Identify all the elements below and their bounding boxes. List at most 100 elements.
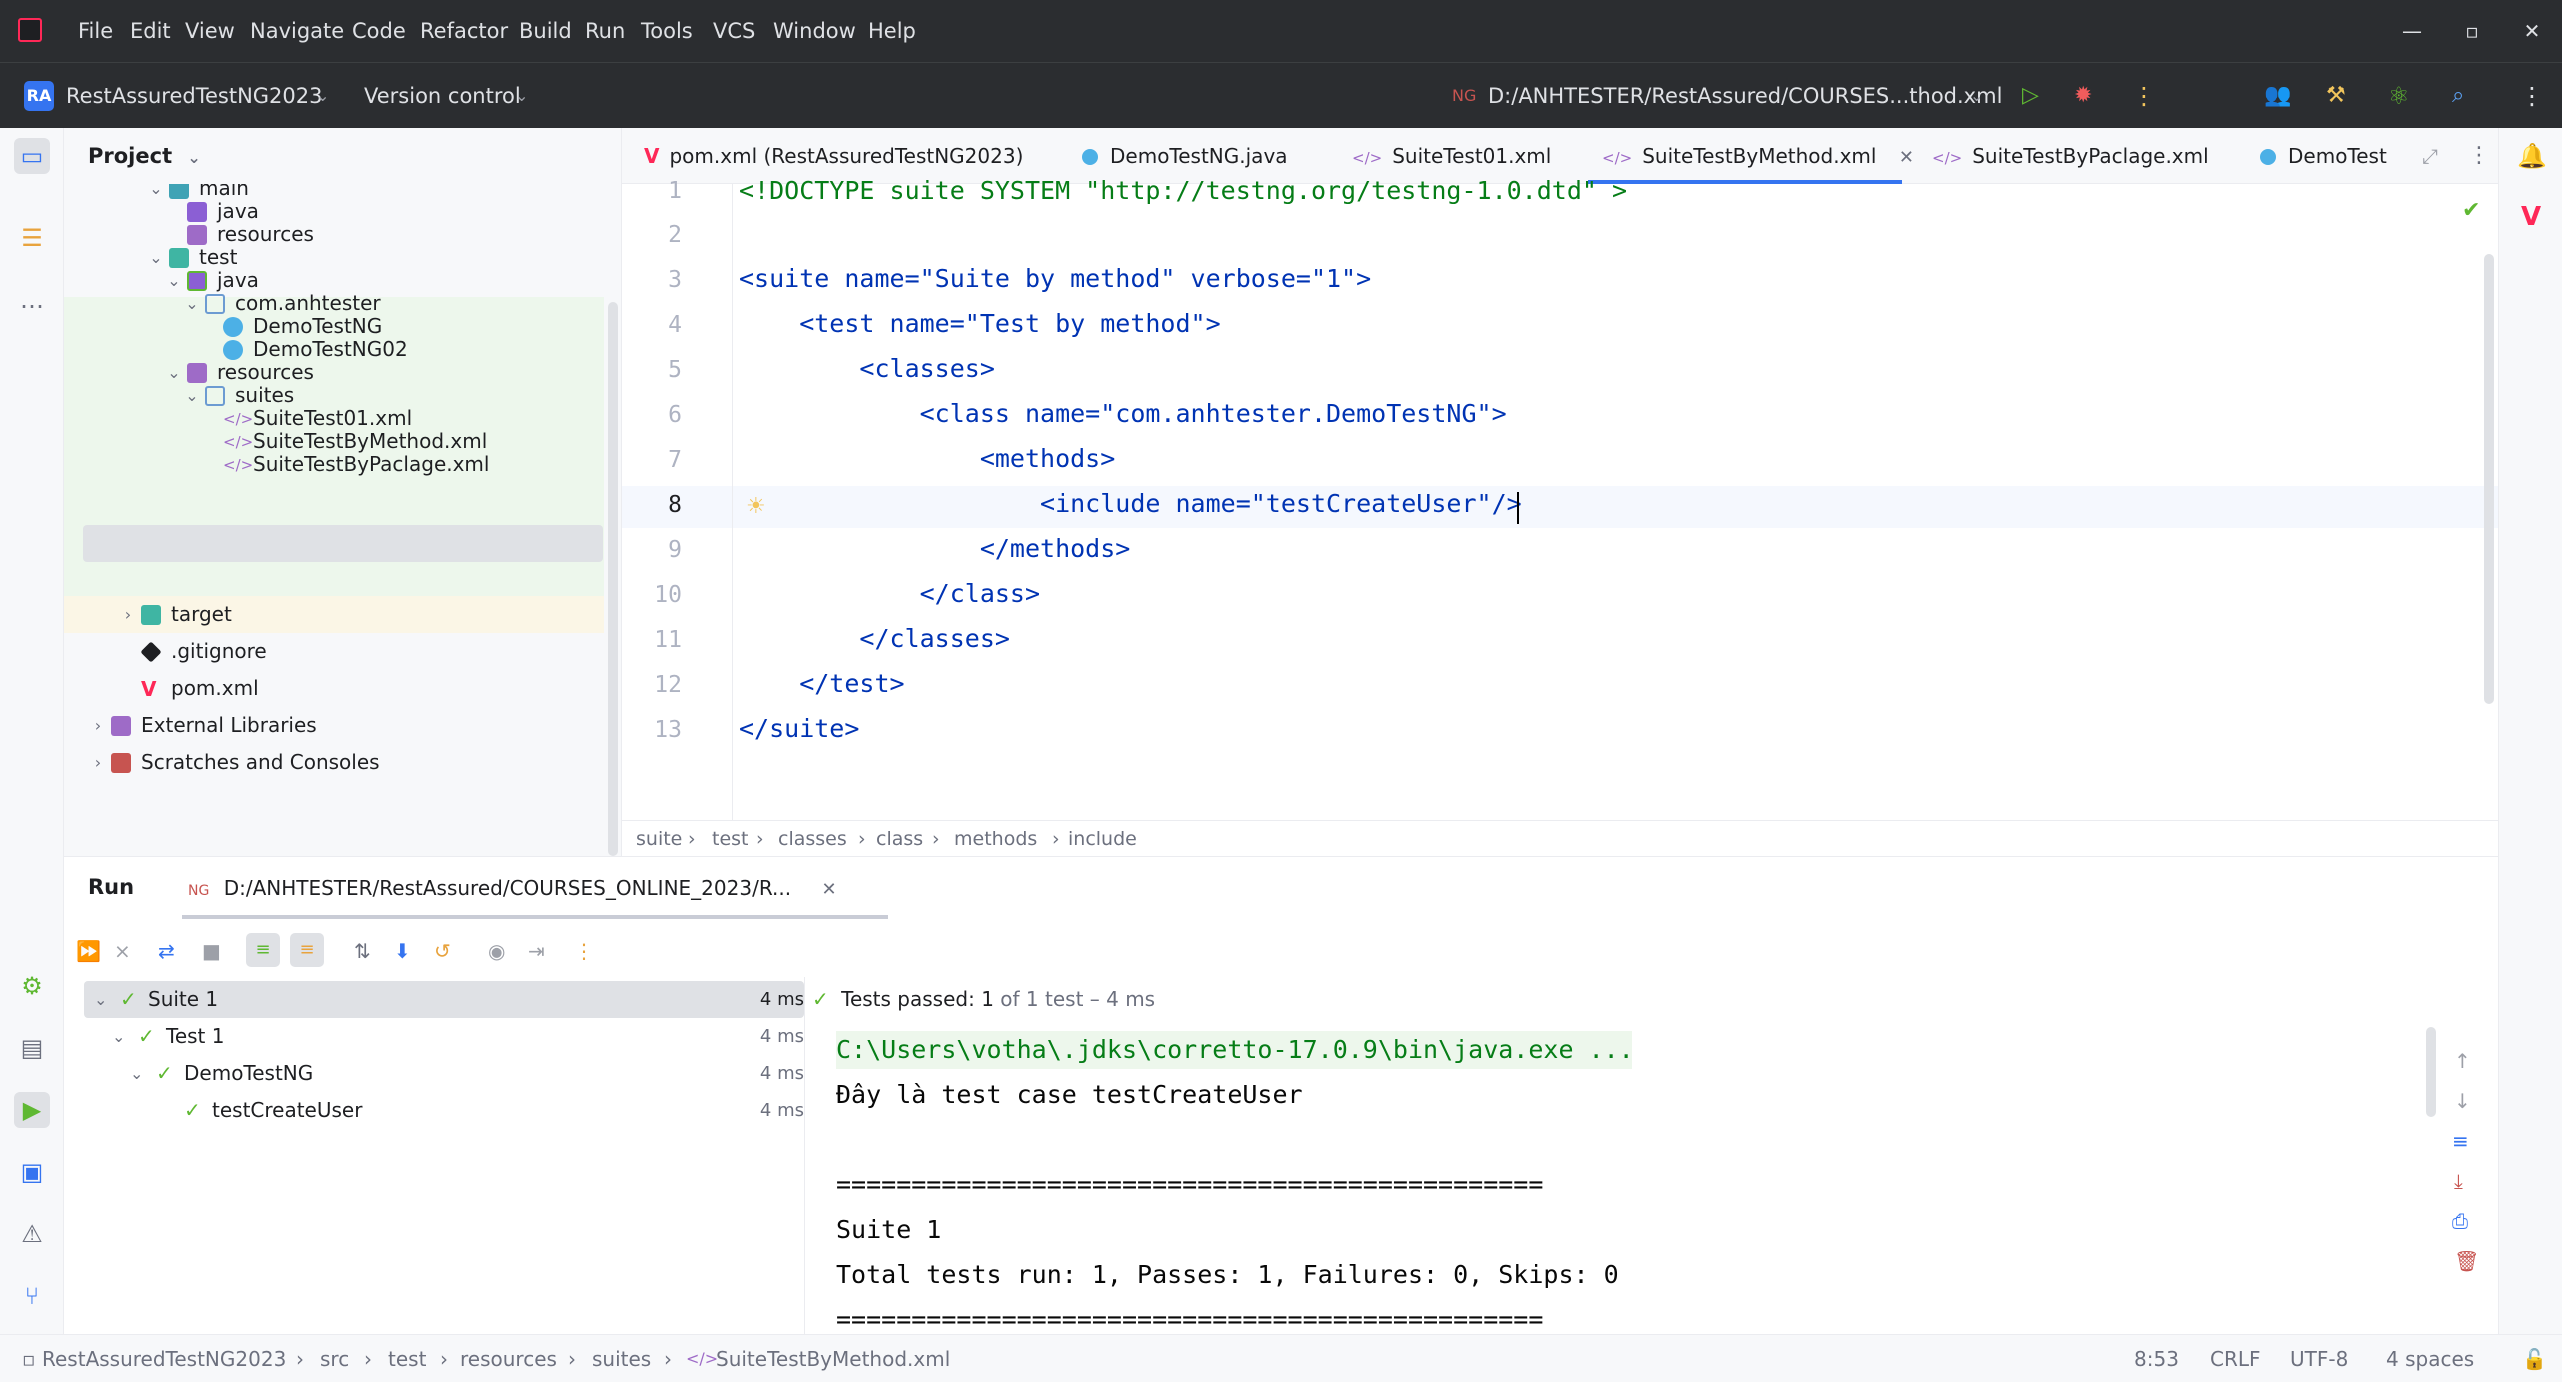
file-encoding[interactable]: UTF-8 [2290,1335,2348,1382]
tree-item-suitetestbypaclage[interactable]: </> SuiteTestByPaclage.xml [64,446,604,483]
indent-setting[interactable]: 4 spaces [2386,1335,2474,1382]
rerun-failed-icon[interactable]: ⨯ [114,939,131,963]
scroll-to-end-icon[interactable]: ⤓ [2454,1169,2463,1193]
menu-code[interactable]: Code [352,0,406,62]
menu-vcs[interactable]: VCS [713,0,755,62]
git-tool-icon[interactable]: ⑂ [14,1278,50,1314]
scroll-down-icon[interactable]: ↓ [2454,1089,2471,1113]
read-only-toggle-icon[interactable]: 🔓 [2522,1335,2547,1382]
editor-scrollbar[interactable] [2484,254,2494,704]
close-icon[interactable]: ✕ [2504,0,2560,62]
project-selector[interactable]: RestAssuredTestNG2023 [66,63,323,129]
status-path-suites[interactable]: suites [592,1335,651,1382]
maven-tool-icon[interactable]: V [2521,202,2541,232]
toggle-auto-test-icon[interactable]: ⇄ [158,939,175,963]
breadcrumb-test[interactable]: test [712,821,749,857]
print-icon[interactable]: ⎙ [2452,1209,2468,1233]
project-tool-icon[interactable]: ▭ [14,138,50,174]
screenshot-icon[interactable]: ◉ [488,939,505,963]
breadcrumb-classes[interactable]: classes [778,821,847,857]
rerun-icon[interactable]: ⏩ [76,939,101,963]
menu-edit[interactable]: Edit [130,0,171,62]
maximize-icon[interactable]: ▫ [2444,0,2500,62]
show-passed-icon[interactable]: ≡ [246,933,280,967]
services-tool-icon[interactable]: ⚙ [14,968,50,1004]
tree-item-target[interactable]: › target [64,596,604,633]
caret-position[interactable]: 8:53 [2134,1335,2179,1382]
code-with-me-icon[interactable]: 👥 [2264,63,2291,129]
menu-tools[interactable]: Tools [641,0,693,62]
console-scrollbar[interactable] [2426,1027,2436,1117]
menu-window[interactable]: Window [773,0,856,62]
project-panel-header[interactable]: Project ⌄ [88,128,201,184]
status-path-resources[interactable]: resources [460,1335,557,1382]
status-path-src[interactable]: src [320,1335,349,1382]
tab-demotest[interactable]: DemoTest [2260,128,2410,184]
tab-suitetestbypaclage-xml[interactable]: </> SuiteTestByPaclage.xml [1932,128,2209,184]
tree-item-scratches[interactable]: › Scratches and Consoles [64,744,604,781]
test-node-class[interactable]: ⌄ ✓ DemoTestNG 4 ms [84,1055,804,1092]
run-icon[interactable]: ▷ [2022,63,2039,129]
run-splitter[interactable] [804,977,805,1335]
test-node-test[interactable]: ⌄ ✓ Test 1 4 ms [84,1018,804,1055]
breadcrumb-class[interactable]: class [876,821,923,857]
passed-icon: ✓ [138,1024,155,1048]
line-ending[interactable]: CRLF [2210,1335,2261,1382]
debug-icon[interactable]: ✹ [2074,63,2092,129]
menu-navigate[interactable]: Navigate [250,0,344,62]
menu-run[interactable]: Run [585,0,625,62]
clear-all-icon[interactable]: 🗑 [2454,1249,2479,1273]
tree-item-external-libraries[interactable]: › External Libraries [64,707,604,744]
search-icon[interactable]: ⌕ [2452,63,2464,129]
run-config-tab[interactable]: NG D:/ANHTESTER/RestAssured/COURSES_ONLI… [182,857,888,919]
minimize-icon[interactable]: — [2384,0,2440,62]
database-tool-icon[interactable]: ▤ [14,1030,50,1066]
menu-build[interactable]: Build [519,0,572,62]
problems-tool-icon[interactable]: ⚠ [14,1216,50,1252]
tab-suitetestbymethod-xml[interactable]: </> SuiteTestByMethod.xml ✕ [1602,128,1914,184]
version-control-menu[interactable]: Version control [364,63,521,129]
right-tool-strip: 🔔 V [2498,128,2562,1338]
test-node-suite[interactable]: ⌄ ✓ Suite 1 4 ms [84,981,804,1018]
close-tab-icon[interactable]: ✕ [821,879,836,900]
breadcrumb-include[interactable]: include [1068,821,1137,857]
ai-assistant-icon[interactable]: ⚛ [2388,63,2410,129]
status-path-test[interactable]: test [388,1335,426,1382]
menu-view[interactable]: View [185,0,235,62]
run-config-selector[interactable]: D:/ANHTESTER/RestAssured/COURSES...thod.… [1488,63,2002,129]
notifications-icon[interactable]: 🔔 [2517,142,2547,170]
menu-refactor[interactable]: Refactor [420,0,508,62]
project-scrollbar[interactable] [608,302,618,856]
status-path-project[interactable]: RestAssuredTestNG2023 [42,1335,286,1382]
soft-wrap-icon[interactable]: ≡ [2452,1129,2469,1153]
scroll-up-icon[interactable]: ↑ [2454,1049,2471,1073]
menu-help[interactable]: Help [868,0,916,62]
history-icon[interactable]: ↺ [434,939,451,963]
more-tools-icon[interactable]: … [14,282,50,318]
status-path-file[interactable]: SuiteTestByMethod.xml [716,1335,950,1382]
import-tests-icon[interactable]: ⬇ [394,939,411,963]
settings-menu-icon[interactable]: ⋮ [2520,63,2544,129]
tab-options-icon[interactable]: ⋮ [2468,128,2490,184]
build-tools-icon[interactable]: ⚒ [2326,63,2346,129]
more-icon[interactable]: ⋮ [574,939,594,963]
more-actions-icon[interactable]: ⋮ [2132,63,2156,129]
show-ignored-icon[interactable]: ≡ [290,933,324,967]
maximize-editor-icon[interactable]: ⤢ [2422,128,2438,184]
terminal-tool-icon[interactable]: ▣ [14,1154,50,1190]
tree-item-gitignore[interactable]: .gitignore [64,633,604,670]
breadcrumb-suite[interactable]: suite [636,821,682,857]
run-tool-icon[interactable]: ▶ [14,1092,50,1128]
breadcrumb-methods[interactable]: methods [954,821,1037,857]
close-tab-icon[interactable]: ✕ [1899,147,1914,168]
tree-item-pom[interactable]: V pom.xml [64,670,604,707]
structure-tool-icon[interactable]: ☰ [14,220,50,256]
export-icon[interactable]: ⇥ [528,939,545,963]
sort-icon[interactable]: ⇅ [354,939,371,963]
project-badge[interactable]: RA [24,81,54,111]
menu-file[interactable]: File [78,0,113,62]
code-editor[interactable]: 1 2 3 4 5 6 7 8 9 10 11 12 13 ☀ <!DOCTYP… [622,176,2498,820]
test-node-method[interactable]: ✓ testCreateUser 4 ms [84,1092,804,1129]
xml-icon: </> [1602,149,1633,167]
stop-icon[interactable]: ■ [202,939,221,963]
